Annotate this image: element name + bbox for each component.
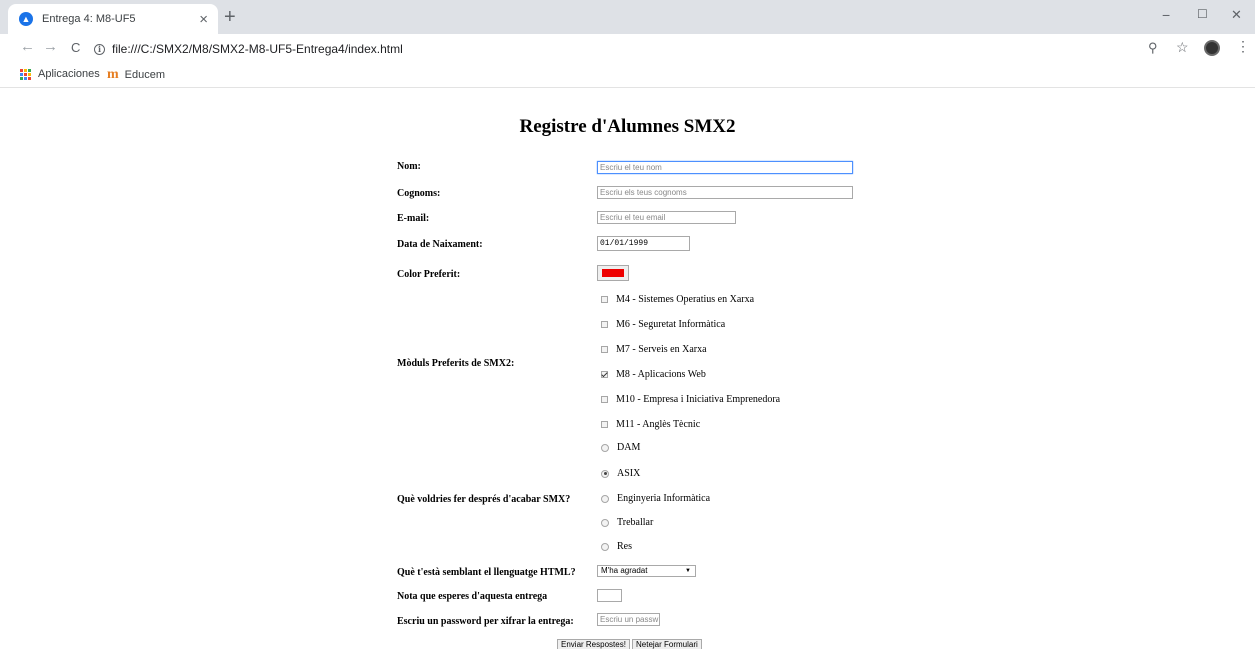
apps-grid-dot [20, 68, 23, 72]
nom-input[interactable]: Escriu el teu nom [597, 161, 853, 174]
option-label: M6 - Seguretat Informàtica [616, 319, 726, 330]
radio[interactable] [601, 542, 609, 551]
browser-toolbar: ← → C i file:///C:/SMX2/M8/SMX2-M8-UF5-E… [0, 34, 1255, 64]
bookmark-label: Aplicaciones [38, 68, 100, 80]
browser-tab[interactable]: ▲ Entrega 4: M8-UF5 × [8, 4, 218, 34]
reset-button[interactable]: Netejar Formulari [632, 639, 702, 649]
option-label: M10 - Empresa i Iniciativa Emprenedora [616, 394, 781, 405]
color-label: Color Preferit: [397, 269, 461, 280]
data-naixement-label: Data de Naixament: [397, 239, 483, 250]
radio[interactable] [601, 518, 609, 527]
close-tab-icon[interactable]: × [199, 12, 208, 27]
option-label: M8 - Aplicacions Web [616, 369, 706, 380]
password-input[interactable]: Escriu un passw [597, 613, 660, 626]
radio[interactable] [601, 469, 609, 478]
html-opinion-label: Què t'està semblant el llenguatge HTML? [397, 567, 576, 578]
despres-option[interactable]: ASIX [601, 468, 640, 479]
bookmarks-bar: Aplicaciones m Educem [0, 64, 1255, 88]
forward-icon[interactable]: → [43, 39, 58, 54]
page-content: Registre d'Alumnes SMX2 Nom: Escriu el t… [0, 89, 1255, 649]
option-label: M11 - Anglès Tècnic [616, 419, 701, 430]
profile-avatar[interactable] [1204, 40, 1220, 56]
close-window-icon[interactable]: ✕ [1231, 8, 1242, 21]
checkbox[interactable] [601, 346, 608, 353]
despres-option[interactable]: Treballar [601, 517, 653, 528]
tab-strip: ▲ Entrega 4: M8-UF5 × + − ☐ ✕ [0, 0, 1255, 34]
modul-option[interactable]: M6 - Seguretat Informàtica [601, 319, 725, 330]
submit-button[interactable]: Enviar Respostes! [557, 639, 630, 649]
checkbox[interactable] [601, 421, 608, 428]
back-icon[interactable]: ← [20, 39, 35, 54]
option-label: M7 - Serveis en Xarxa [616, 344, 707, 355]
tab-title: Entrega 4: M8-UF5 [42, 13, 136, 25]
modul-option[interactable]: M8 - Aplicacions Web [601, 369, 706, 380]
email-input[interactable]: Escriu el teu email [597, 211, 736, 224]
option-label: Enginyeria Informàtica [617, 493, 711, 504]
modul-option[interactable]: M11 - Anglès Tècnic [601, 419, 700, 430]
nota-input[interactable] [597, 589, 622, 602]
checkbox[interactable] [601, 296, 608, 303]
new-tab-icon[interactable]: + [224, 7, 236, 27]
address-bar[interactable]: i file:///C:/SMX2/M8/SMX2-M8-UF5-Entrega… [94, 37, 1214, 61]
educem-logo-icon: m [107, 67, 119, 82]
info-icon[interactable]: i [94, 43, 105, 55]
option-label: Treballar [617, 517, 654, 528]
url-text: file:///C:/SMX2/M8/SMX2-M8-UF5-Entrega4/… [112, 42, 403, 56]
option-label: DAM [617, 442, 641, 453]
radio[interactable] [601, 494, 609, 503]
despres-option[interactable]: Enginyeria Informàtica [601, 493, 710, 504]
apps-grid-dot [24, 76, 27, 80]
menu-icon[interactable]: ⋮ [1236, 39, 1250, 53]
page-favicon-icon: ▲ [19, 12, 33, 26]
nota-label: Nota que esperes d'aquesta entrega [397, 591, 548, 602]
color-picker[interactable] [597, 265, 629, 281]
modul-option[interactable]: M7 - Serveis en Xarxa [601, 344, 707, 355]
despres-option[interactable]: Res [601, 541, 632, 552]
birthdate-input[interactable]: 01/01/1999 [597, 236, 690, 251]
apps-grid-dot [28, 68, 31, 72]
modul-option[interactable]: M4 - Sistemes Operatius en Xarxa [601, 294, 754, 305]
zoom-icon[interactable]: ⚲ [1148, 41, 1158, 54]
moduls-label: Mòduls Preferits de SMX2: [397, 358, 515, 369]
apps-grid-icon [20, 68, 31, 80]
page-title: Registre d'Alumnes SMX2 [519, 116, 736, 137]
modul-option[interactable]: M10 - Empresa i Iniciativa Emprenedora [601, 394, 780, 405]
despres-option[interactable]: DAM [601, 442, 640, 453]
color-swatch-fill [602, 269, 624, 277]
reload-icon[interactable]: C [71, 41, 80, 54]
option-label: Res [617, 541, 632, 552]
cognoms-label: Cognoms: [397, 188, 441, 199]
bookmark-educem[interactable]: m Educem [107, 68, 165, 82]
option-label: ASIX [617, 468, 641, 479]
apps-grid-dot [28, 76, 31, 80]
password-label: Escriu un password per xifrar la entrega… [397, 616, 574, 627]
minimize-icon[interactable]: − [1162, 8, 1170, 22]
bookmark-star-icon[interactable]: ☆ [1176, 40, 1189, 54]
cognoms-input[interactable]: Escriu els teus cognoms [597, 186, 853, 199]
despres-label: Què voldries fer després d'acabar SMX? [397, 494, 571, 505]
checkbox[interactable] [601, 321, 608, 328]
email-label: E-mail: [397, 213, 430, 224]
html-opinion-select[interactable]: M'ha agradat ▼ [597, 565, 696, 577]
option-label: M4 - Sistemes Operatius en Xarxa [616, 294, 755, 305]
checkbox[interactable] [601, 371, 608, 378]
select-value: M'ha agradat [601, 566, 648, 575]
dropdown-arrow-icon: ▼ [685, 568, 691, 574]
radio[interactable] [601, 443, 609, 452]
maximize-icon[interactable]: ☐ [1197, 8, 1208, 20]
apps-grid-dot [28, 72, 31, 76]
bookmark-label: Educem [124, 69, 166, 81]
apps-grid-dot [24, 68, 27, 72]
apps-grid-dot [20, 72, 23, 76]
apps-grid-dot [20, 76, 23, 80]
apps-grid-dot [24, 72, 27, 76]
nom-label: Nom: [397, 161, 421, 172]
checkbox[interactable] [601, 396, 608, 403]
bookmark-aplicaciones[interactable]: Aplicaciones [20, 68, 100, 80]
